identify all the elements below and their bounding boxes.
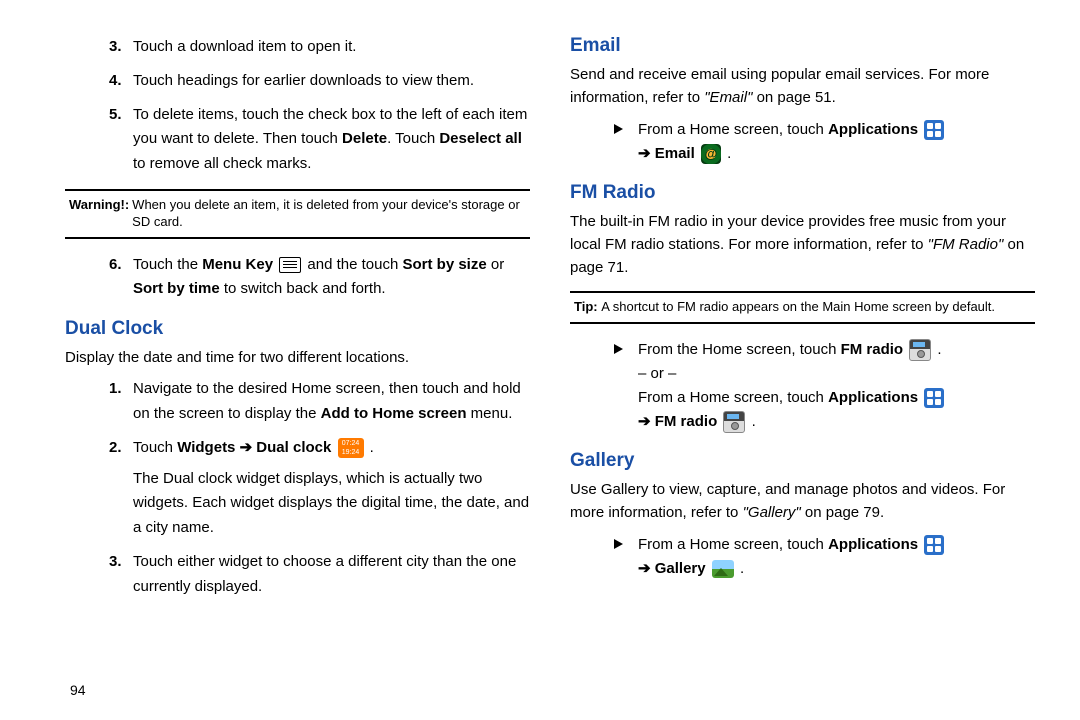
bold-text: ➔ Email (638, 145, 695, 162)
bold-text: Applications (828, 389, 918, 406)
bold-text: ➔ FM radio (638, 413, 717, 430)
italic-text: "Gallery" (743, 504, 805, 521)
fm-radio-icon (909, 339, 931, 361)
text: to switch back and forth. (220, 280, 386, 297)
or-separator: – or – (638, 365, 676, 382)
warning-label: Warning!: (69, 197, 129, 231)
left-column: 3. Touch a download item to open it. 4. … (65, 35, 530, 700)
heading-dual-clock: Dual Clock (65, 318, 530, 340)
list-text: Touch the Menu Key and the touch Sort by… (133, 253, 530, 303)
paragraph: The built-in FM radio in your device pro… (570, 210, 1035, 280)
text: Touch the (133, 256, 202, 273)
bold-text: Applications (828, 536, 918, 553)
bold-text: Add to Home screen (321, 405, 467, 422)
bullet-marker (614, 118, 638, 166)
list-text: Touch a download item to open it. (133, 35, 530, 60)
page-number: 94 (70, 682, 86, 698)
list-number: 5. (109, 103, 133, 177)
menu-key-icon (279, 257, 301, 273)
list-text: To delete items, touch the check box to … (133, 103, 530, 177)
heading-gallery: Gallery (570, 450, 1035, 472)
text: on page 51. (757, 89, 836, 106)
step-body: From a Home screen, touch Applications ➔… (638, 118, 946, 166)
paragraph: Send and receive email using popular ema… (570, 63, 1035, 110)
list-item-d3: 3. Touch either widget to choose a diffe… (65, 550, 530, 600)
applications-icon (924, 120, 944, 140)
list-item-d2: 2. Touch Widgets ➔ Dual clock 07:24 19:2… (65, 436, 530, 541)
list-item-4: 4. Touch headings for earlier downloads … (65, 69, 530, 94)
tip-text: A shortcut to FM radio appears on the Ma… (601, 299, 995, 314)
bold-text: Sort by time (133, 280, 220, 297)
text: The Dual clock widget displays, which is… (133, 470, 529, 537)
fm-radio-icon (723, 411, 745, 433)
list-number: 2. (109, 436, 133, 541)
text: to remove all check marks. (133, 155, 311, 172)
heading-email: Email (570, 35, 1035, 57)
bullet-marker (614, 533, 638, 581)
applications-icon (924, 535, 944, 555)
list-item-6: 6. Touch the Menu Key and the touch Sort… (65, 253, 530, 303)
text: on page 79. (805, 504, 884, 521)
step-gallery: From a Home screen, touch Applications ➔… (570, 533, 1035, 581)
tip-box: Tip: A shortcut to FM radio appears on t… (570, 291, 1035, 324)
applications-icon (924, 388, 944, 408)
list-item-3: 3. Touch a download item to open it. (65, 35, 530, 60)
step-fm: From the Home screen, touch FM radio . –… (570, 338, 1035, 434)
italic-text: "Email" (704, 89, 756, 106)
paragraph: Display the date and time for two differ… (65, 346, 530, 369)
step-body: From a Home screen, touch Applications ➔… (638, 533, 946, 581)
text: From a Home screen, touch (638, 121, 828, 138)
text: From the Home screen, touch (638, 341, 841, 358)
triangle-icon (614, 539, 623, 549)
bold-text: Delete (342, 130, 387, 147)
gallery-icon (712, 560, 734, 578)
list-number: 3. (109, 35, 133, 60)
step-email: From a Home screen, touch Applications ➔… (570, 118, 1035, 166)
bold-text: Sort by size (403, 256, 487, 273)
list-text: Touch either widget to choose a differen… (133, 550, 530, 600)
list-number: 3. (109, 550, 133, 600)
text: menu. (467, 405, 513, 422)
tip-label: Tip: (574, 299, 601, 314)
text: From a Home screen, touch (638, 389, 828, 406)
text: . Touch (387, 130, 439, 147)
italic-text: "FM Radio" (928, 236, 1008, 253)
bold-text: Applications (828, 121, 918, 138)
text: or (487, 256, 505, 273)
list-item-5: 5. To delete items, touch the check box … (65, 103, 530, 177)
warning-box: Warning!: When you delete an item, it is… (65, 189, 530, 239)
bold-text: Widgets ➔ Dual clock (177, 439, 331, 456)
list-text: Navigate to the desired Home screen, the… (133, 377, 530, 427)
paragraph: Use Gallery to view, capture, and manage… (570, 478, 1035, 525)
triangle-icon (614, 344, 623, 354)
list-item-d1: 1. Navigate to the desired Home screen, … (65, 377, 530, 427)
list-number: 6. (109, 253, 133, 303)
text: Touch (133, 439, 177, 456)
list-text: Touch headings for earlier downloads to … (133, 69, 530, 94)
dual-clock-icon: 07:24 19:24 (338, 438, 364, 458)
bullet-marker (614, 338, 638, 434)
bold-text: Deselect all (439, 130, 522, 147)
step-body: From the Home screen, touch FM radio . –… (638, 338, 946, 434)
bold-text: Menu Key (202, 256, 273, 273)
list-text: Touch Widgets ➔ Dual clock 07:24 19:24 .… (133, 436, 530, 541)
right-column: Email Send and receive email using popul… (570, 35, 1035, 700)
bold-text: FM radio (841, 341, 904, 358)
heading-fm-radio: FM Radio (570, 182, 1035, 204)
email-icon (701, 144, 721, 164)
text: and the touch (307, 256, 402, 273)
list-number: 1. (109, 377, 133, 427)
triangle-icon (614, 124, 623, 134)
warning-text: When you delete an item, it is deleted f… (129, 197, 526, 231)
bold-text: ➔ Gallery (638, 560, 706, 577)
text: From a Home screen, touch (638, 536, 828, 553)
list-number: 4. (109, 69, 133, 94)
dual-clock-icon-text: 07:24 19:24 (342, 440, 360, 456)
